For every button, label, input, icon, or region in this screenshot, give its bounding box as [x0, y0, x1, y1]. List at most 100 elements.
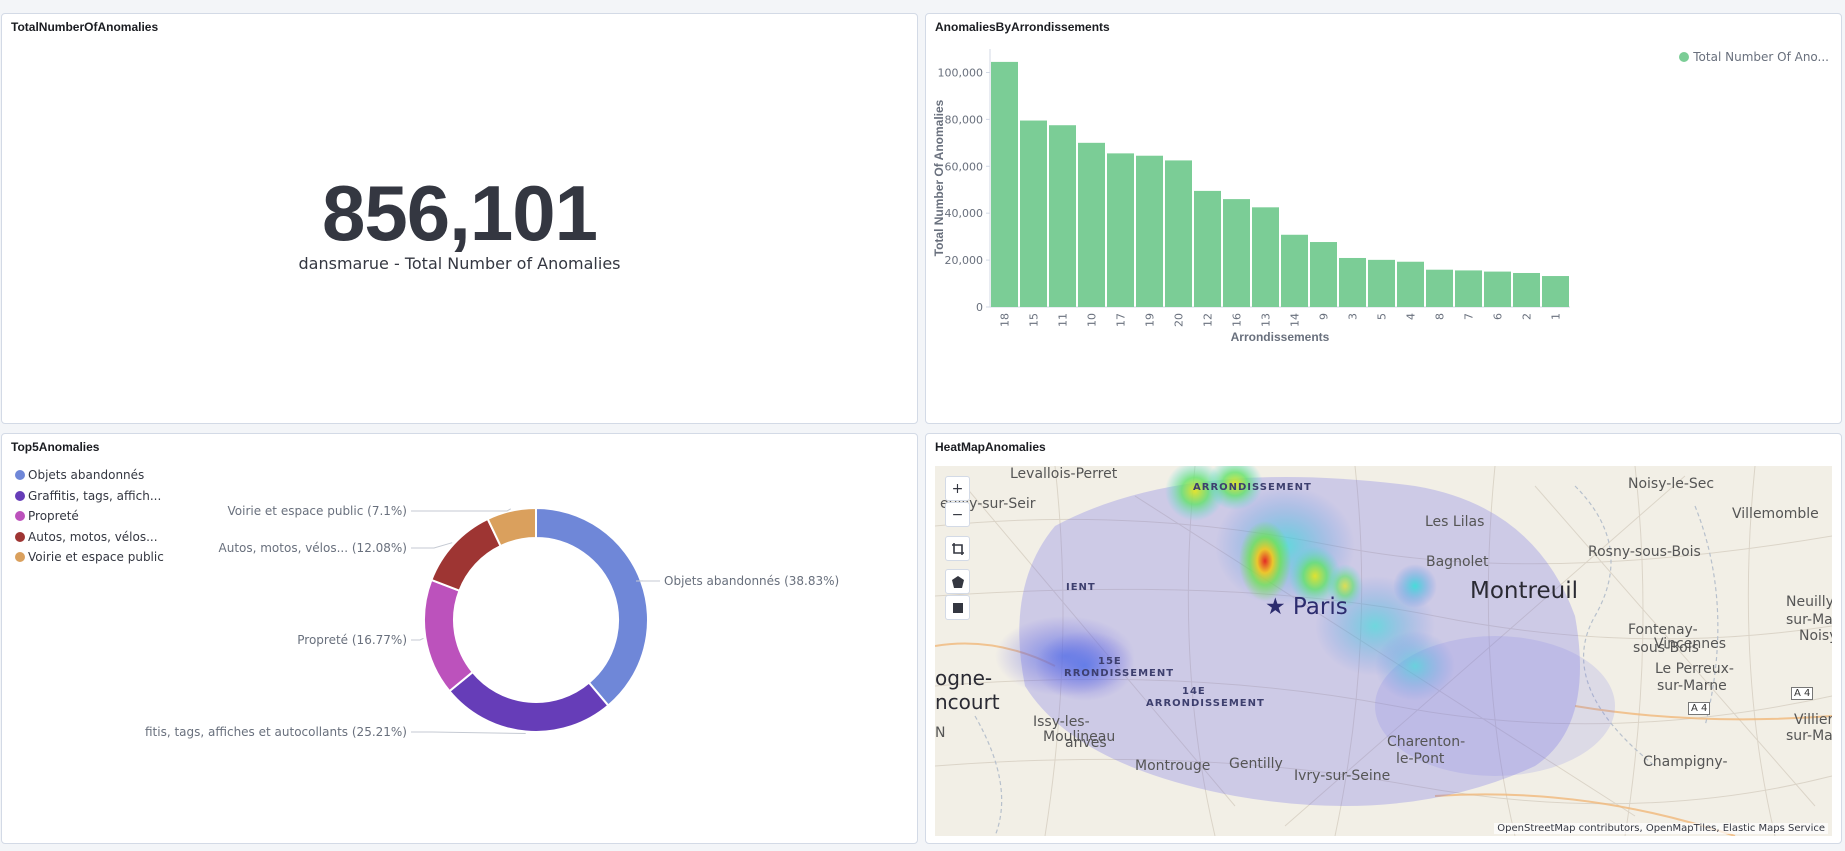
y-axis-title: Total Number Of Anomalies	[932, 99, 946, 256]
crop-icon	[951, 542, 964, 555]
metric: 856,101 dansmarue - Total Number of Anom…	[2, 174, 917, 273]
slice-label: Autos, motos, vélos... (12.08%)	[219, 541, 408, 555]
bar[interactable]	[1194, 190, 1221, 307]
bar[interactable]	[1020, 120, 1047, 307]
map-place-label: Levallois-Perret	[1010, 466, 1118, 482]
slice-label: Objets abandonnés (38.83%)	[664, 574, 839, 588]
donut-slice[interactable]	[448, 670, 610, 733]
map-place-label: sur-Marne	[1786, 612, 1832, 628]
donut-slice[interactable]	[430, 517, 502, 592]
y-tick-label: 60,000	[945, 160, 984, 173]
bar[interactable]	[1513, 272, 1540, 307]
map-canvas[interactable]: Levallois-Perret euilly-sur-Seir Noisy-le-…	[935, 466, 1832, 836]
y-tick-label: 40,000	[945, 207, 984, 220]
map-place-label: ARRONDISSEMENT	[1146, 698, 1265, 709]
x-tick-label: 5	[1376, 313, 1389, 320]
map-place-label: Ivry-sur-Seine	[1294, 768, 1391, 784]
x-tick-label: 4	[1405, 313, 1418, 320]
map-place-label: Charenton-	[1387, 734, 1466, 750]
bar[interactable]	[1281, 234, 1308, 307]
map-place-label: Neuilly-	[1786, 594, 1832, 610]
x-tick-label: 3	[1347, 313, 1360, 320]
total-anomalies-panel: TotalNumberOfAnomalies 856,101 dansmarue…	[1, 13, 918, 424]
bar[interactable]	[1107, 153, 1134, 307]
map-place-label: sur-Marne	[1657, 678, 1727, 694]
bar[interactable]	[1397, 261, 1424, 307]
x-tick-label: 7	[1463, 313, 1476, 320]
draw-polygon-button[interactable]	[945, 569, 970, 594]
bar[interactable]	[1136, 155, 1163, 307]
bar[interactable]	[1223, 199, 1250, 307]
fit-bounds-button[interactable]	[945, 536, 970, 561]
bar[interactable]	[1049, 125, 1076, 308]
map-place-label: ★ Paris	[1265, 594, 1348, 620]
map-place-label: Vincennes	[1654, 636, 1726, 652]
map-place-label: IENT	[1066, 582, 1096, 593]
panel-title: HeatMapAnomalies	[935, 440, 1046, 454]
bar-chart: 020,00040,00060,00080,000100,00018 15 11 10…	[932, 49, 1570, 344]
x-tick-label: 14	[1289, 313, 1302, 327]
donut-chart: Objets abandonnés (38.83%) fitis, tags, a…	[145, 504, 839, 739]
donut-slice[interactable]	[423, 578, 475, 693]
slice-leader-line	[411, 731, 526, 735]
bar[interactable]	[1455, 270, 1482, 307]
bar[interactable]	[1368, 259, 1395, 307]
bar[interactable]	[1165, 160, 1192, 307]
x-tick-label: 18	[999, 313, 1012, 327]
donut-slice[interactable]	[535, 506, 649, 707]
map-place-label: 14E	[1182, 686, 1206, 697]
x-tick-label: 8	[1434, 313, 1447, 320]
map-place-label: Bagnolet	[1426, 554, 1489, 570]
anomalies-by-arrondissement-panel: AnomaliesByArrondissements Total Number …	[925, 13, 1842, 424]
map-place-label: Le Perreux-	[1655, 661, 1734, 677]
zoom-out-button[interactable]: −	[945, 502, 970, 527]
x-tick-label: 20	[1173, 313, 1186, 327]
bar[interactable]	[1310, 242, 1337, 307]
slice-leader-line	[411, 542, 453, 549]
draw-rectangle-button[interactable]	[945, 595, 970, 620]
x-tick-label: 9	[1318, 313, 1331, 320]
map-place-label: Noisy	[1799, 628, 1832, 644]
map-place-label: A 4	[1791, 687, 1814, 700]
bar[interactable]	[991, 61, 1018, 308]
map-place-label: N	[935, 725, 946, 741]
map-place-label: Issy-les-	[1033, 714, 1090, 730]
x-tick-label: 13	[1260, 313, 1273, 327]
y-tick-label: 80,000	[945, 113, 984, 126]
y-tick-label: 0	[976, 301, 983, 314]
bar[interactable]	[1078, 142, 1105, 307]
x-tick-label: 16	[1231, 313, 1244, 327]
map-place-label: Noisy-le-Sec	[1628, 476, 1715, 492]
map-place-label: ogne-	[935, 666, 993, 690]
map-place-label: ncourt	[935, 690, 1000, 714]
map-place-label: Rosny-sous-Bois	[1588, 544, 1701, 560]
slice-label: fitis, tags, affiches et autocollants (2…	[145, 725, 407, 739]
bar[interactable]	[1542, 276, 1569, 307]
bar[interactable]	[1484, 271, 1511, 307]
slice-leader-line	[411, 637, 424, 641]
map-place-label: Montrouge	[1135, 758, 1211, 774]
x-tick-label: 15	[1028, 313, 1041, 327]
map-place-label: le-Pont	[1396, 751, 1445, 767]
bar[interactable]	[1426, 269, 1453, 307]
bar[interactable]	[1252, 207, 1279, 307]
map-place-label: 15E	[1098, 656, 1122, 667]
map-place-label: A 4	[1688, 702, 1711, 715]
x-tick-label: 6	[1492, 313, 1505, 320]
y-tick-label: 20,000	[945, 254, 984, 267]
map-place-label: Villemomble	[1732, 506, 1819, 522]
slice-leader-line	[411, 508, 512, 512]
map-place-label: RRONDISSEMENT	[1064, 668, 1175, 679]
panel-title: TotalNumberOfAnomalies	[11, 20, 159, 34]
map-place-label: Gentilly	[1229, 756, 1283, 772]
bar[interactable]	[1339, 257, 1366, 307]
map-attribution[interactable]: OpenStreetMap contributors, OpenMapTiles…	[1494, 823, 1828, 834]
x-tick-label: 19	[1144, 313, 1157, 327]
x-tick-label: 10	[1086, 313, 1099, 327]
map-place-label: Les Lilas	[1425, 514, 1485, 530]
zoom-in-button[interactable]: +	[945, 476, 970, 501]
metric-value: 856,101	[322, 169, 598, 257]
map-place-label: Villiers	[1794, 712, 1832, 728]
map-place-label: ARRONDISSEMENT	[1193, 482, 1312, 493]
slice-label: Propreté (16.77%)	[297, 633, 407, 647]
